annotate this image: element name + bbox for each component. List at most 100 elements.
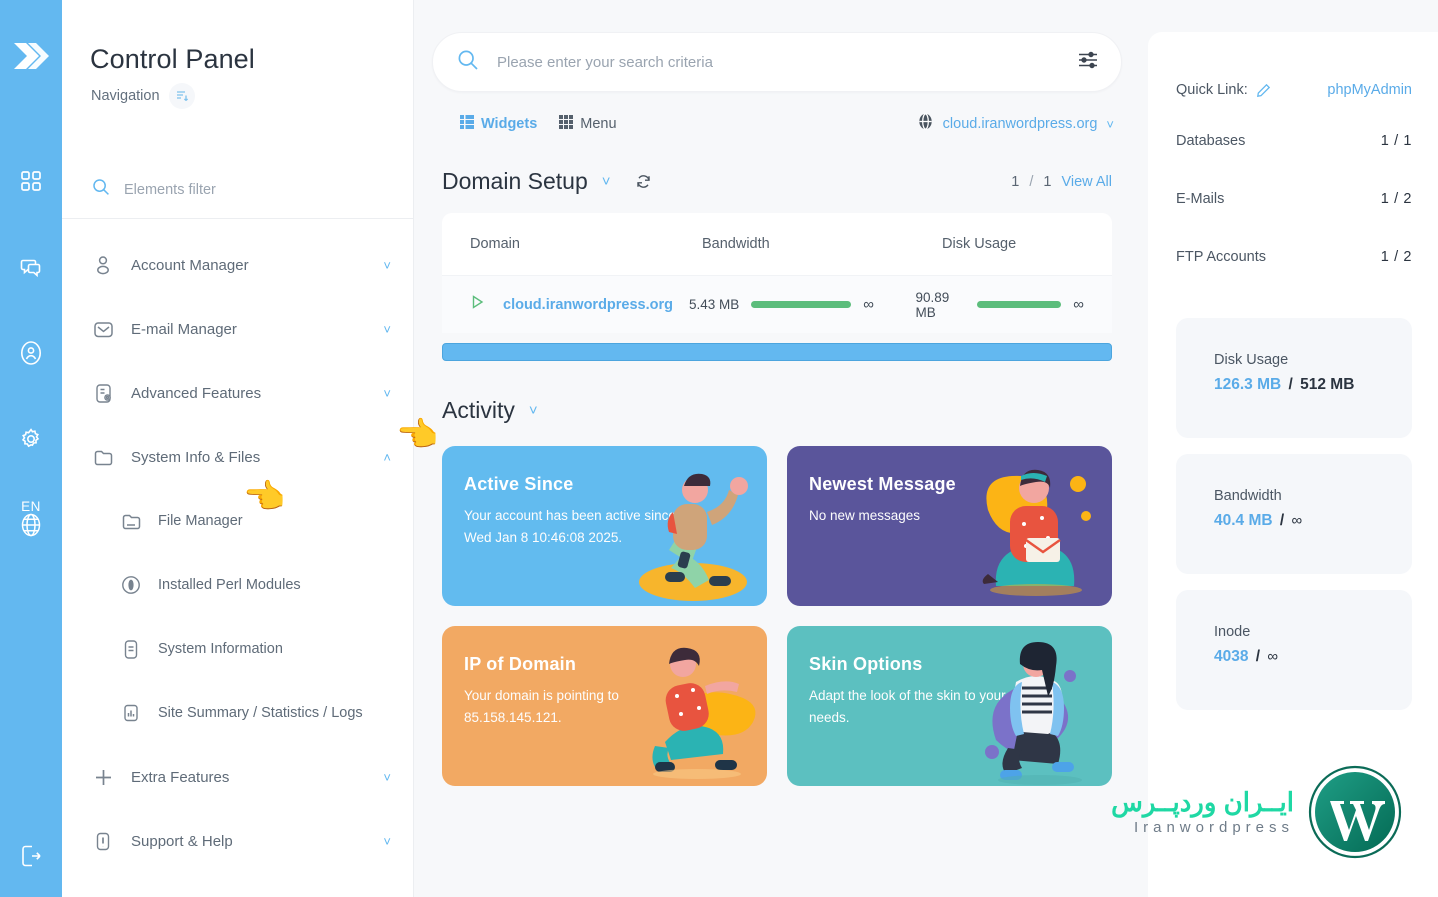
bandwidth-bar bbox=[751, 301, 852, 308]
widgets-button[interactable]: Widgets bbox=[460, 114, 538, 134]
sidebar-item-extra-features[interactable]: Extra Features ˅ bbox=[62, 745, 413, 809]
pencil-icon[interactable] bbox=[1256, 83, 1271, 98]
sidebar-item-email-manager[interactable]: E-mail Manager ˅ bbox=[62, 297, 413, 361]
page-title: Control Panel bbox=[90, 44, 255, 74]
elements-filter-row[interactable] bbox=[62, 161, 413, 219]
watermark-text: ایــران وردپــرس Iranwordpress bbox=[1111, 789, 1294, 836]
meter-bandwidth: Bandwidth 40.4 MB / ∞ bbox=[1176, 454, 1412, 574]
domain-link[interactable]: cloud.iranwordpress.org bbox=[503, 297, 673, 313]
sidebar-item-label: System Info & Files bbox=[131, 448, 261, 466]
chevron-down-icon[interactable]: ˅ bbox=[602, 173, 611, 190]
logout-icon[interactable] bbox=[0, 843, 62, 869]
chevron-down-icon[interactable]: ˅ bbox=[383, 387, 391, 400]
domain-selector[interactable]: cloud.iranwordpress.org ˅ bbox=[917, 112, 1114, 136]
activity-title: Activity bbox=[442, 397, 515, 423]
perl-icon bbox=[120, 574, 142, 596]
column-header-bandwidth: Bandwidth bbox=[702, 236, 770, 252]
sidebar-item-label: File Manager bbox=[158, 513, 243, 529]
envelope-icon bbox=[92, 320, 114, 339]
page-total: 1 bbox=[1043, 173, 1052, 190]
domain-setup-title: Domain Setup bbox=[442, 168, 588, 194]
meter-used: 126.3 MB bbox=[1214, 376, 1282, 393]
triangle-right-icon[interactable] bbox=[470, 294, 485, 315]
dashboard-grid-icon[interactable] bbox=[16, 166, 46, 196]
chevron-down-icon[interactable]: ˅ bbox=[529, 402, 538, 419]
user-circle-icon[interactable] bbox=[16, 338, 46, 368]
activity-card-active-since[interactable]: Active Since Your account has been activ… bbox=[442, 446, 767, 606]
sidebar-item-label: Site Summary / Statistics / Logs bbox=[158, 705, 363, 721]
meter-value: 126.3 MB / 512 MB bbox=[1214, 376, 1412, 394]
illustration-person-running bbox=[652, 647, 756, 779]
chat-icon[interactable] bbox=[16, 252, 46, 282]
chevron-down-icon[interactable]: ˅ bbox=[383, 835, 391, 848]
meter-total: 512 MB bbox=[1300, 376, 1355, 393]
rail-language-label[interactable]: EN bbox=[21, 499, 41, 514]
widgets-label: Widgets bbox=[481, 116, 538, 132]
collapse-list-icon[interactable] bbox=[168, 83, 195, 109]
refresh-icon[interactable] bbox=[635, 173, 652, 190]
menu-button[interactable]: Menu bbox=[559, 114, 617, 134]
widgets-menu-toolbar: Widgets Menu cloud.iranwordpress.org ˅ bbox=[432, 100, 1122, 148]
meter-label: Disk Usage bbox=[1214, 352, 1289, 368]
search-icon bbox=[457, 49, 479, 76]
stat-value: 1 / 2 bbox=[1380, 249, 1412, 265]
meter-separator: / bbox=[1255, 648, 1261, 665]
disk-usage-bar bbox=[976, 301, 1062, 308]
watermark: ایــران وردپــرس Iranwordpress bbox=[1111, 765, 1402, 859]
sidebar-item-account-manager[interactable]: Account Manager ˅ bbox=[62, 233, 413, 297]
page-separator: / bbox=[1029, 173, 1034, 190]
elements-filter-input[interactable] bbox=[124, 181, 344, 198]
chart-document-icon bbox=[120, 703, 142, 723]
activity-card-skin-options[interactable]: Skin Options Adapt the look of the skin … bbox=[787, 626, 1112, 786]
activity-card-newest-message[interactable]: Newest Message No new messages bbox=[787, 446, 1112, 606]
bandwidth-value: 5.43 MB bbox=[688, 297, 740, 312]
table-header-row: Domain Bandwidth Disk Usage bbox=[442, 213, 1112, 275]
sidebar-item-label: Support & Help bbox=[131, 832, 233, 850]
activity-cards: Active Since Your account has been activ… bbox=[432, 424, 1122, 786]
chevron-down-icon[interactable]: ˅ bbox=[383, 771, 391, 784]
app-logo-icon[interactable] bbox=[11, 36, 51, 76]
global-search-bar[interactable] bbox=[432, 32, 1122, 92]
chevron-down-icon[interactable]: ˅ bbox=[383, 259, 391, 272]
stat-label: FTP Accounts bbox=[1176, 249, 1266, 265]
watermark-english: Iranwordpress bbox=[1133, 818, 1294, 836]
stat-label: Databases bbox=[1176, 133, 1246, 149]
illustration-person-waving bbox=[639, 473, 748, 601]
sidebar-item-label: System Information bbox=[158, 641, 283, 657]
meter-used: 40.4 MB bbox=[1214, 512, 1273, 529]
stat-row-emails: E-Mails 1 / 2 bbox=[1176, 170, 1412, 228]
sliders-icon[interactable] bbox=[1077, 49, 1099, 76]
gear-icon[interactable] bbox=[16, 424, 46, 454]
meter-used: 4038 bbox=[1214, 648, 1249, 665]
illustration-person-with-envelope bbox=[982, 469, 1091, 596]
disk-usage-value: 90.89 MB bbox=[915, 289, 950, 320]
domain-setup-pagination: 1 / 1 View All bbox=[1011, 174, 1112, 190]
view-all-link[interactable]: View All bbox=[1061, 174, 1112, 190]
domain-cell: cloud.iranwordpress.org bbox=[470, 294, 689, 315]
phpmyadmin-link[interactable]: phpMyAdmin bbox=[1327, 82, 1412, 98]
chevron-up-icon[interactable]: ˄ bbox=[383, 451, 391, 464]
chevron-down-icon[interactable]: ˅ bbox=[383, 323, 391, 336]
activity-header: Activity ˅ bbox=[432, 361, 1122, 424]
sidebar-item-site-summary-statistics-logs[interactable]: Site Summary / Statistics / Logs bbox=[62, 681, 413, 745]
sidebar-item-system-info-files[interactable]: System Info & Files ˄ bbox=[62, 425, 413, 489]
navigation-subtitle-row: Navigation bbox=[62, 75, 413, 109]
rail-icon-list bbox=[0, 166, 62, 540]
plus-icon bbox=[92, 767, 114, 788]
stat-value: 1 / 1 bbox=[1380, 133, 1412, 149]
chevron-down-icon[interactable]: ˅ bbox=[1106, 118, 1114, 131]
sidebar-item-advanced-features[interactable]: Advanced Features ˅ bbox=[62, 361, 413, 425]
sidebar-item-system-information[interactable]: System Information bbox=[62, 617, 413, 681]
horizontal-scrollbar[interactable] bbox=[442, 343, 1112, 361]
meter-total: ∞ bbox=[1267, 648, 1279, 665]
sidebar-item-support-help[interactable]: Support & Help ˅ bbox=[62, 809, 413, 873]
table-row[interactable]: cloud.iranwordpress.org 5.43 MB ∞ 90.89 … bbox=[442, 275, 1112, 333]
sidebar-item-file-manager[interactable]: File Manager bbox=[62, 489, 413, 553]
bandwidth-cell: 5.43 MB ∞ bbox=[689, 296, 916, 313]
search-input[interactable] bbox=[497, 53, 1077, 71]
control-panel-app: EN Control Panel Navigation Elements fil… bbox=[0, 0, 1438, 897]
sidebar-item-installed-perl-modules[interactable]: Installed Perl Modules bbox=[62, 553, 413, 617]
sidebar-nav: Account Manager ˅ E-mail Manager ˅ Advan… bbox=[62, 219, 413, 873]
activity-card-ip-of-domain[interactable]: IP of Domain Your domain is pointing to … bbox=[442, 626, 767, 786]
column-header-domain: Domain bbox=[470, 236, 520, 252]
